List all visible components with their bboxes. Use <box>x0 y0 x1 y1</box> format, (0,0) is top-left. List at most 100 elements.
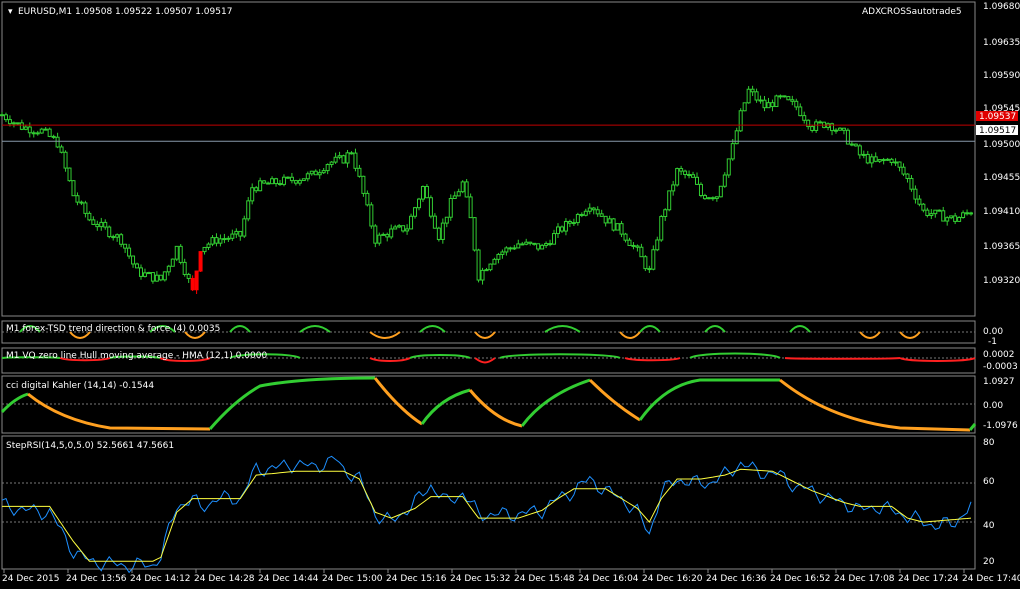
candle-body <box>373 225 378 244</box>
candle-body <box>468 196 473 219</box>
time-label: 24 Dec 14:28 <box>194 574 255 584</box>
cci-segment <box>638 378 780 421</box>
candle-body <box>389 228 394 238</box>
candle-body <box>293 180 298 184</box>
candle-body <box>460 181 465 193</box>
candle-body <box>393 226 398 230</box>
candle-body <box>234 230 239 235</box>
candle-body <box>746 88 751 104</box>
candle-body <box>139 267 143 277</box>
candle-body <box>504 247 509 253</box>
price-tick: 1.09635 <box>983 38 1020 48</box>
candle-body <box>476 249 481 281</box>
candle-body <box>270 178 275 185</box>
candle-body <box>305 173 310 180</box>
pane3-tick: 0.00 <box>983 401 1003 411</box>
candle-body <box>218 238 223 244</box>
price-tick: 1.09680 <box>983 2 1020 12</box>
candle-body <box>385 233 390 238</box>
pane2-tick: 0.0002 <box>983 350 1015 360</box>
candle-body <box>266 182 271 185</box>
candle-body <box>575 213 580 224</box>
expert-advisor-label: ADXCROSSautotrade5 <box>862 7 962 17</box>
chart-canvas[interactable]: ▾ EURUSD,M1 1.09508 1.09522 1.09507 1.09… <box>0 0 1020 589</box>
candle-body <box>95 223 100 228</box>
candle-body <box>480 269 485 281</box>
tsd-wave <box>899 331 921 339</box>
time-label: 24 Dec 16:04 <box>578 574 639 584</box>
candle-body <box>142 272 147 277</box>
symbol-header-arrow[interactable]: ▾ <box>8 7 13 17</box>
candle-body <box>540 244 545 250</box>
candle-body <box>107 226 112 238</box>
candle-body <box>413 207 418 217</box>
time-label: 24 Dec 17:08 <box>834 574 895 584</box>
candle-body <box>285 176 290 179</box>
candle-body <box>186 273 191 279</box>
candle-body <box>675 168 680 186</box>
time-label: 24 Dec 15:32 <box>450 574 511 584</box>
candle-body <box>671 184 676 192</box>
candle-body <box>742 102 747 112</box>
cci-segment <box>779 378 971 432</box>
candle-body <box>730 143 735 160</box>
candle-body <box>43 128 48 131</box>
candle-body <box>321 170 326 174</box>
candle-body <box>405 228 410 232</box>
candle-body <box>790 99 795 102</box>
time-label: 24 Dec 16:36 <box>706 574 767 584</box>
candle-body <box>210 237 215 245</box>
candle-body <box>19 122 24 130</box>
candle-body <box>135 263 140 269</box>
candle-body <box>353 152 358 169</box>
candle-body <box>281 176 286 185</box>
candle-body <box>0 114 4 117</box>
candle-body <box>23 126 28 130</box>
candle-body <box>158 274 163 281</box>
candle-body <box>520 243 525 246</box>
candle-body <box>925 209 930 217</box>
candle-body <box>869 156 874 164</box>
candle-body <box>595 209 600 215</box>
candle-body <box>865 153 870 164</box>
candle-body <box>695 176 699 185</box>
candle-body <box>563 221 568 232</box>
candle-body <box>274 178 279 185</box>
candle-body <box>901 166 906 175</box>
candle-body <box>500 251 505 255</box>
candle-body <box>917 198 922 205</box>
candle-body <box>325 164 330 172</box>
cci-segment <box>373 377 423 426</box>
tsd-wave <box>419 325 446 333</box>
candle-body <box>718 185 723 198</box>
candle-body <box>432 215 437 229</box>
pane4-tick: 20 <box>983 557 995 567</box>
cci-segment <box>520 378 591 427</box>
candle-body <box>857 145 862 156</box>
candle-body <box>698 183 703 197</box>
candle-body <box>103 221 108 228</box>
candle-body <box>99 221 104 228</box>
tsd-wave <box>474 331 496 339</box>
candle-body <box>162 271 167 281</box>
candle-body <box>536 243 541 250</box>
pane3-tick: 1.0927 <box>983 377 1015 387</box>
candle-body <box>659 216 664 241</box>
candle-body <box>873 156 878 162</box>
candle-body <box>603 215 608 224</box>
candle-body <box>663 209 668 218</box>
candle-body <box>702 195 707 200</box>
candle-body <box>329 161 334 166</box>
hma-segment <box>689 352 781 359</box>
candle-body <box>417 198 421 209</box>
candle-body <box>111 236 116 239</box>
candle-body <box>444 216 449 224</box>
candle-body <box>619 223 624 235</box>
price-tick: 1.09320 <box>983 276 1020 286</box>
candle-body <box>484 269 489 272</box>
cci-segment <box>468 389 523 428</box>
candle-body <box>47 128 52 137</box>
candle-body <box>508 247 513 250</box>
pane3-tick: -1.0976 <box>983 421 1018 431</box>
price-tick: 1.09410 <box>983 207 1020 217</box>
